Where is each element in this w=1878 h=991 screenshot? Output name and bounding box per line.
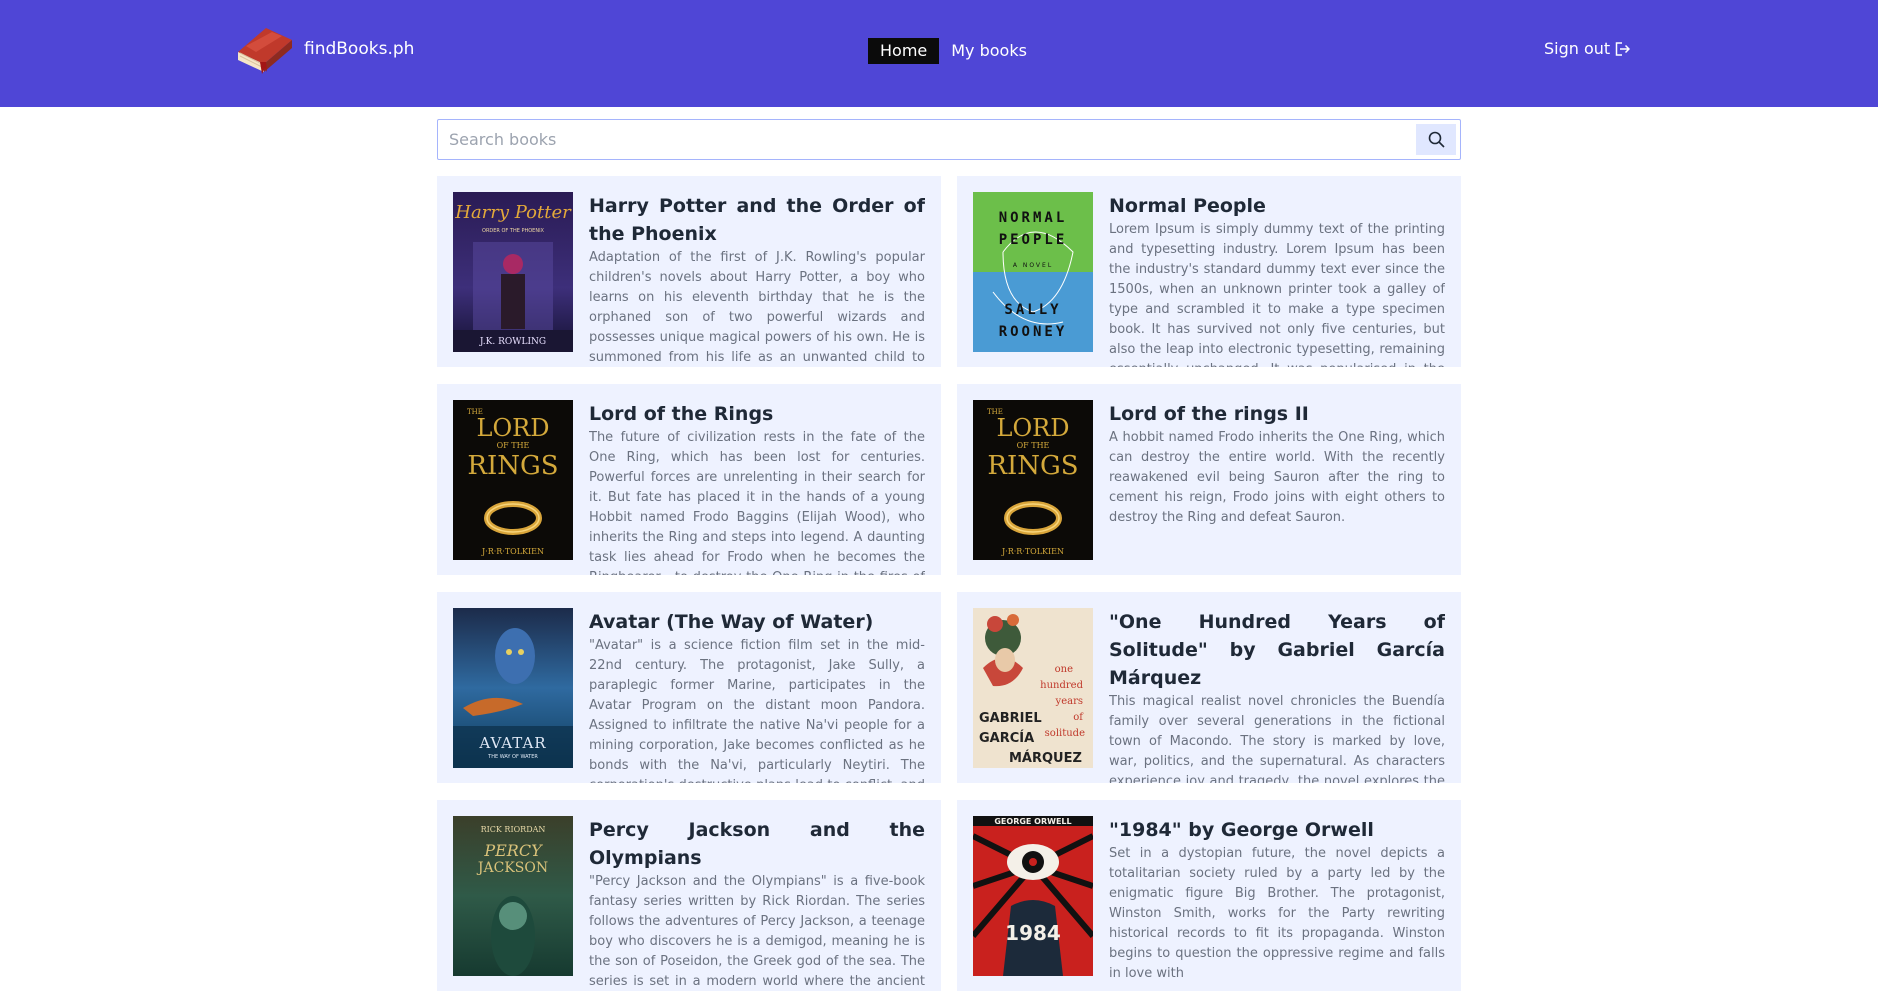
svg-text:RICK RIORDAN: RICK RIORDAN — [481, 825, 546, 834]
book-title[interactable]: Lord of the Rings — [589, 400, 925, 428]
book-cover: NORMAL PEOPLE A NOVEL SALLY ROONEY — [973, 192, 1093, 352]
svg-text:MÁRQUEZ: MÁRQUEZ — [1009, 750, 1082, 766]
svg-text:ORDER OF THE PHOENIX: ORDER OF THE PHOENIX — [482, 228, 545, 234]
sign-out-label: Sign out — [1544, 39, 1611, 58]
book-cover: THE LORD OF THE RINGS J·R·R·TOLKIEN — [973, 400, 1093, 560]
search-button[interactable] — [1416, 124, 1456, 155]
book-cover: Harry Potter ORDER OF THE PHOENIX J.K. R… — [453, 192, 573, 352]
book-title[interactable]: Percy Jackson and the Olympians — [589, 816, 925, 872]
svg-text:JACKSON: JACKSON — [476, 860, 548, 876]
book-description: Set in a dystopian future, the novel dep… — [1109, 846, 1445, 981]
book-cover: AVATAR THE WAY OF WATER — [453, 608, 573, 768]
book-logo-icon — [238, 28, 292, 74]
top-navbar: findBooks.ph Home My books Sign out — [0, 0, 1878, 107]
svg-text:AVATAR: AVATAR — [478, 734, 546, 752]
svg-text:1984: 1984 — [1005, 921, 1061, 945]
svg-text:RINGS: RINGS — [987, 451, 1078, 481]
svg-text:of: of — [1073, 712, 1084, 723]
svg-text:NORMAL: NORMAL — [999, 210, 1068, 226]
svg-text:LORD: LORD — [477, 414, 550, 442]
svg-text:ROONEY: ROONEY — [999, 324, 1068, 340]
book-description: This magical realist novel chronicles th… — [1109, 694, 1445, 783]
svg-text:PERCY: PERCY — [483, 841, 543, 860]
book-card[interactable]: NORMAL PEOPLE A NOVEL SALLY ROONEY Norma… — [957, 176, 1461, 367]
svg-text:LORD: LORD — [997, 414, 1070, 442]
svg-text:OF THE: OF THE — [497, 441, 530, 450]
search-bar — [437, 119, 1461, 160]
svg-text:GEORGE ORWELL: GEORGE ORWELL — [994, 817, 1071, 826]
book-card[interactable]: GEORGE ORWELL 1984 "1984" by George Orwe… — [957, 800, 1461, 991]
book-description: Lorem Ipsum is simply dummy text of the … — [1109, 222, 1445, 367]
svg-text:THE WAY OF WATER: THE WAY OF WATER — [487, 754, 538, 760]
svg-text:J·R·R·TOLKIEN: J·R·R·TOLKIEN — [1001, 547, 1064, 556]
svg-text:hundred: hundred — [1040, 680, 1083, 691]
book-title[interactable]: "One Hundred Years of Solitude" by Gabri… — [1109, 608, 1445, 692]
book-card[interactable]: RICK RIORDAN PERCY JACKSON Percy Jackson… — [437, 800, 941, 991]
svg-text:Harry Potter: Harry Potter — [454, 202, 572, 223]
svg-text:GABRIEL: GABRIEL — [979, 711, 1042, 726]
svg-text:A NOVEL: A NOVEL — [1013, 262, 1053, 269]
sign-out-icon — [1615, 41, 1631, 56]
book-description: Adaptation of the first of J.K. Rowling'… — [589, 250, 925, 365]
svg-text:solitude: solitude — [1045, 728, 1085, 739]
book-card[interactable]: THE LORD OF THE RINGS J·R·R·TOLKIEN Lord… — [437, 384, 941, 575]
book-description: "Avatar" is a science fiction film set i… — [589, 638, 925, 783]
book-card[interactable]: Harry Potter ORDER OF THE PHOENIX J.K. R… — [437, 176, 941, 367]
svg-text:SALLY: SALLY — [1004, 302, 1061, 318]
svg-text:PEOPLE: PEOPLE — [999, 232, 1068, 248]
brand[interactable]: findBooks.ph — [232, 22, 414, 76]
book-title[interactable]: Normal People — [1109, 192, 1445, 220]
book-description: The future of civilization rests in the … — [589, 430, 925, 575]
book-cover: RICK RIORDAN PERCY JACKSON — [453, 816, 573, 976]
book-description: A hobbit named Frodo inherits the One Ri… — [1109, 430, 1445, 525]
search-icon — [1428, 131, 1445, 148]
book-description: "Percy Jackson and the Olympians" is a f… — [589, 874, 925, 989]
nav-home[interactable]: Home — [868, 38, 940, 64]
book-title[interactable]: Harry Potter and the Order of the Phoeni… — [589, 192, 925, 248]
main-nav: Home My books — [868, 38, 1039, 64]
svg-text:OF THE: OF THE — [1017, 441, 1050, 450]
book-card[interactable]: one hundred years of solitude GABRIEL GA… — [957, 592, 1461, 783]
book-title[interactable]: Lord of the rings II — [1109, 400, 1445, 428]
svg-text:GARCÍA: GARCÍA — [979, 730, 1034, 746]
svg-text:RINGS: RINGS — [467, 451, 558, 481]
book-title[interactable]: Avatar (The Way of Water) — [589, 608, 925, 636]
svg-text:years: years — [1055, 696, 1083, 707]
sign-out-button[interactable]: Sign out — [1544, 39, 1631, 58]
svg-text:one: one — [1055, 664, 1073, 675]
book-cover: one hundred years of solitude GABRIEL GA… — [973, 608, 1093, 768]
book-card[interactable]: AVATAR THE WAY OF WATER Avatar (The Way … — [437, 592, 941, 783]
brand-name: findBooks.ph — [304, 39, 415, 59]
nav-my-books[interactable]: My books — [939, 38, 1039, 64]
book-cover: THE LORD OF THE RINGS J·R·R·TOLKIEN — [453, 400, 573, 560]
search-input[interactable] — [438, 120, 1418, 159]
book-cover: GEORGE ORWELL 1984 — [973, 816, 1093, 976]
svg-text:J·R·R·TOLKIEN: J·R·R·TOLKIEN — [481, 547, 544, 556]
svg-text:J.K. ROWLING: J.K. ROWLING — [479, 337, 546, 347]
book-card[interactable]: THE LORD OF THE RINGS J·R·R·TOLKIEN Lord… — [957, 384, 1461, 575]
book-title[interactable]: "1984" by George Orwell — [1109, 816, 1445, 844]
